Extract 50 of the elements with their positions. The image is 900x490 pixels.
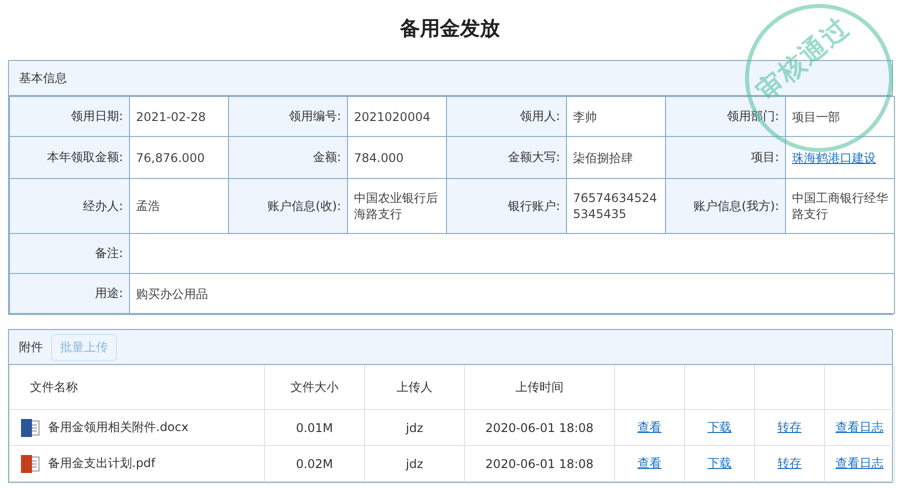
- field-label: 经办人:: [10, 178, 130, 234]
- file-name: 备用金领用相关附件.docx: [48, 419, 188, 436]
- action-link[interactable]: 下载: [708, 456, 732, 470]
- action-link[interactable]: 下载: [708, 420, 732, 434]
- field-label: 账户信息(收):: [228, 178, 348, 234]
- field-value: 孟浩: [130, 178, 228, 234]
- field-value: 2021-02-28: [130, 96, 228, 136]
- column-header: 上传人: [364, 365, 464, 410]
- section-title: 附件: [19, 338, 43, 356]
- action-link[interactable]: 转存: [778, 456, 802, 470]
- table-cell: 0.02M: [264, 446, 364, 482]
- file-name: 备用金支出计划.pdf: [48, 455, 156, 472]
- word-document-icon: [20, 418, 40, 438]
- action-link[interactable]: 转存: [778, 420, 802, 434]
- action-link[interactable]: 查看: [638, 420, 662, 434]
- field-value: 中国农业银行后海路支行: [348, 178, 446, 234]
- field-value: 柒佰捌拾肆: [566, 136, 666, 178]
- column-header: 文件大小: [264, 365, 364, 410]
- page-title: 备用金发放: [400, 14, 500, 42]
- action-link[interactable]: 查看: [638, 456, 662, 470]
- field-label: 账户信息(我方):: [666, 178, 786, 234]
- field-label: 备注:: [10, 234, 130, 274]
- field-label: 用途:: [10, 274, 130, 314]
- field-label: 银行账户:: [446, 178, 566, 234]
- column-header: 文件名称: [10, 365, 264, 410]
- table-cell: 2020-06-01 18:08: [464, 446, 614, 482]
- field-label: 本年领取金额:: [10, 136, 130, 178]
- column-header: 上传时间: [464, 365, 614, 410]
- table-cell: jdz: [364, 410, 464, 446]
- field-label: 领用人:: [446, 96, 566, 136]
- field-label: 领用日期:: [10, 96, 130, 136]
- field-value: 中国工商银行经华路支行: [786, 178, 894, 234]
- table-cell: 2020-06-01 18:08: [464, 410, 614, 446]
- field-label: 金额大写:: [446, 136, 566, 178]
- field-label: 金额:: [228, 136, 348, 178]
- field-value: 784.000: [348, 136, 446, 178]
- section-title: 基本信息: [19, 70, 67, 86]
- field-label: 领用部门:: [666, 96, 786, 136]
- table-cell: jdz: [364, 446, 464, 482]
- field-value: 购买办公用品: [130, 274, 894, 314]
- field-label: 项目:: [666, 136, 786, 178]
- field-value: 李帅: [566, 96, 666, 136]
- field-value: 765746345245345435: [566, 178, 666, 234]
- field-label: 领用编号:: [228, 96, 348, 136]
- project-link[interactable]: 珠海鹤港口建设: [792, 150, 876, 164]
- field-value: 项目一部: [786, 96, 894, 136]
- table-cell: 0.01M: [264, 410, 364, 446]
- field-value: 2021020004: [348, 96, 446, 136]
- pdf-document-icon: [20, 454, 40, 474]
- field-value: 76,876.000: [130, 136, 228, 178]
